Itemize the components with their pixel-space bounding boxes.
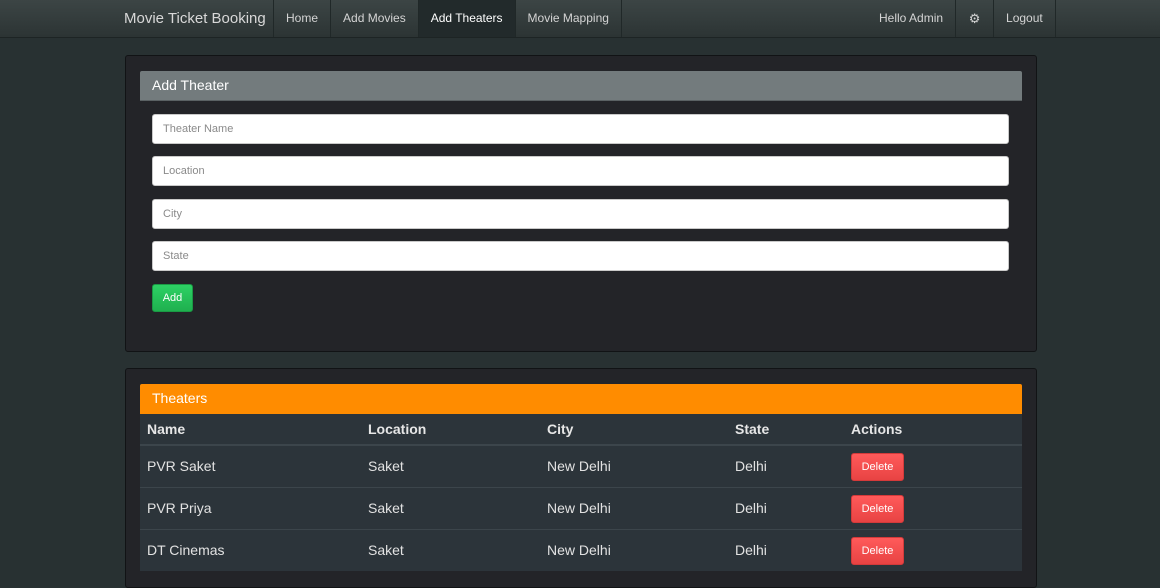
delete-button[interactable]: Delete xyxy=(851,495,904,523)
top-navbar: Movie Ticket Booking Home Add Movies Add… xyxy=(0,0,1160,38)
logout-link[interactable]: Logout xyxy=(993,0,1056,37)
column-header-location: Location xyxy=(368,421,427,437)
add-theater-heading: Add Theater xyxy=(140,71,1022,101)
column-header-state: State xyxy=(735,421,770,437)
table-row: DT Cinemas Saket New Delhi Delhi Delete xyxy=(140,529,1022,571)
theater-state-cell: Delhi xyxy=(735,458,767,474)
theater-name-cell: PVR Priya xyxy=(147,500,212,516)
column-header-actions: Actions xyxy=(851,421,903,437)
location-input[interactable] xyxy=(152,156,1009,186)
delete-button[interactable]: Delete xyxy=(851,537,904,565)
user-nav: Hello Admin ⚙ Logout xyxy=(867,0,1056,37)
theater-name-cell: DT Cinemas xyxy=(147,542,225,558)
table-row: PVR Saket Saket New Delhi Delhi Delete xyxy=(140,445,1022,487)
nav-home[interactable]: Home xyxy=(273,0,330,37)
theater-city-cell: New Delhi xyxy=(547,542,611,558)
greeting-text: Hello Admin xyxy=(879,11,944,25)
theaters-panel: Theaters Name Location City State Action… xyxy=(125,368,1037,588)
theater-state-cell: Delhi xyxy=(735,542,767,558)
nav-add-movies[interactable]: Add Movies xyxy=(330,0,418,37)
delete-button[interactable]: Delete xyxy=(851,453,904,481)
gear-icon: ⚙ xyxy=(968,11,981,26)
column-header-city: City xyxy=(547,421,574,437)
table-body: PVR Saket Saket New Delhi Delhi Delete P… xyxy=(140,445,1022,571)
theater-location-cell: Saket xyxy=(368,458,404,474)
table-header-row: Name Location City State Actions xyxy=(140,414,1022,445)
theater-state-cell: Delhi xyxy=(735,500,767,516)
add-theater-button[interactable]: Add xyxy=(152,284,193,312)
theater-name-cell: PVR Saket xyxy=(147,458,216,474)
add-theater-panel: Add Theater Add xyxy=(125,55,1037,352)
app-brand[interactable]: Movie Ticket Booking xyxy=(124,0,266,37)
nav-movie-mapping[interactable]: Movie Mapping xyxy=(514,0,622,37)
column-header-name: Name xyxy=(147,421,186,437)
theaters-heading: Theaters xyxy=(140,384,1022,414)
theater-city-cell: New Delhi xyxy=(547,500,611,516)
state-input[interactable] xyxy=(152,241,1009,271)
theater-name-input[interactable] xyxy=(152,114,1009,144)
main-nav: Home Add Movies Add Theaters Movie Mappi… xyxy=(273,0,622,37)
theater-location-cell: Saket xyxy=(368,500,404,516)
nav-add-theaters[interactable]: Add Theaters xyxy=(417,0,515,37)
settings-button[interactable]: ⚙ xyxy=(955,0,993,37)
theater-city-cell: New Delhi xyxy=(547,458,611,474)
table-row: PVR Priya Saket New Delhi Delhi Delete xyxy=(140,487,1022,529)
theaters-table: Name Location City State Actions PVR Sak… xyxy=(140,414,1022,571)
city-input[interactable] xyxy=(152,199,1009,229)
theater-location-cell: Saket xyxy=(368,542,404,558)
